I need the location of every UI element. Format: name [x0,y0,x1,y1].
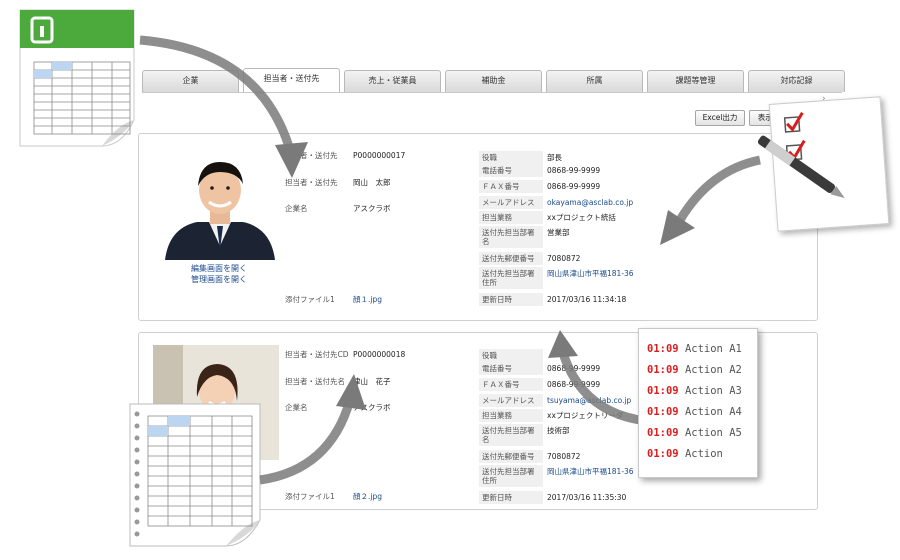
field-label: メールアドレス [479,196,543,209]
field-label: 電話番号 [479,362,543,375]
field-value: 2017/03/16 11:35:30 [547,493,627,502]
spreadsheet-icon [126,400,264,550]
field-label: 添付ファイル1 [285,492,335,501]
field-value: 0868-99-9999 [547,166,601,175]
tab-records[interactable]: 対応記録 [748,70,845,92]
field-value: 岡山 太郎 [353,178,391,187]
action-log-item: 01:09 Action A5 [647,427,742,439]
field-label: 送付先郵便番号 [479,450,543,463]
field-label: 担当者・送付先CD [285,350,349,359]
field-value: 営業部 [547,228,570,237]
card-links: 編集画面を開く 管理画面を開く [149,263,289,285]
action-log-item: 01:09 Action A1 [647,343,742,355]
tab-issues[interactable]: 課題等管理 [647,70,744,92]
field-label: 企業名 [285,204,308,213]
field-label: メールアドレス [479,394,543,407]
field-label: ＦＡＸ番号 [479,180,543,193]
field-label: 役職 [479,349,543,362]
detail-row: 更新日時 2017/03/16 11:34:18 [479,293,809,307]
excel-export-button[interactable]: Excel出力 [695,110,745,126]
field-value: 7080872 [547,452,581,461]
field-label: 役職 [479,151,543,164]
field-label: 送付先担当部署住所 [479,465,543,487]
curved-arrow-icon [139,35,308,178]
address-link[interactable]: 岡山県津山市平福181-36 [547,467,634,476]
field-value: 部長 [547,153,562,162]
tab-subsidy[interactable]: 補助金 [445,70,542,92]
field-label: 送付先担当部署名 [479,424,543,446]
field-label: ＦＡＸ番号 [479,378,543,391]
address-link[interactable]: 岡山県津山市平福181-36 [547,269,634,278]
curved-arrow-icon [548,330,641,425]
action-log-item: 01:09 Action A4 [647,406,742,418]
field-label: 送付先郵便番号 [479,252,543,265]
curved-arrow-icon [660,155,761,245]
detail-row: 送付先郵便番号 7080872 [479,252,809,267]
field-label: 添付ファイル1 [285,295,335,304]
field-label: 担当業務 [479,409,543,422]
attachment-link[interactable]: 顔１.jpg [353,295,382,305]
field-label: 担当業務 [479,211,543,224]
field-label: 送付先担当部署住所 [479,267,543,289]
field-value: 7080872 [547,254,581,263]
spreadsheet-icon [18,8,136,148]
field-value: アスクラボ [353,204,391,213]
field-value: xxプロジェクト統括 [547,213,616,222]
action-log-item: 01:09 Action A3 [647,385,742,397]
field-label: 電話番号 [479,164,543,177]
field-label: 送付先担当部署名 [479,226,543,248]
curved-arrow-icon [259,374,366,485]
attachment-link[interactable]: 顔２.jpg [353,492,382,502]
tab-affiliation[interactable]: 所属 [546,70,643,92]
field-value: P0000000017 [353,151,406,160]
open-admin-link[interactable]: 管理画面を開く [149,274,289,285]
field-value: 2017/03/16 11:34:18 [547,295,627,304]
detail-row: 送付先担当部署住所 岡山県津山市平福181-36 [479,267,809,293]
tab-sales[interactable]: 売上・従業員 [344,70,441,92]
field-label: 更新日時 [479,293,543,306]
field-value: P0000000018 [353,350,406,359]
action-log-item: 01:09 Action A2 [647,364,742,376]
detail-row: 更新日時 2017/03/16 11:35:30 [479,491,809,505]
action-log-panel: 01:09 Action A1 01:09 Action A2 01:09 Ac… [638,328,758,478]
email-link[interactable]: okayama@asclab.co.jp [547,198,633,207]
action-log-item: 01:09 Action [647,448,723,460]
open-edit-link[interactable]: 編集画面を開く [149,263,289,274]
field-label: 更新日時 [479,491,543,504]
field-value: 0868-99-9999 [547,182,601,191]
